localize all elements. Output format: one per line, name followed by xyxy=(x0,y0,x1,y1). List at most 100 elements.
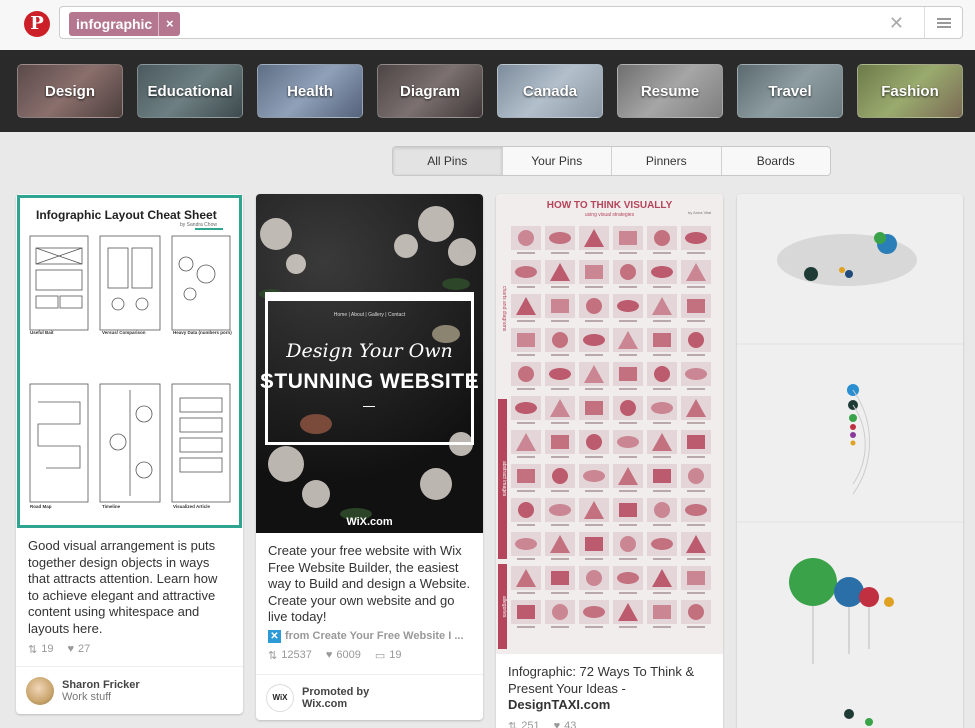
diagram-thumbnail xyxy=(579,464,609,492)
diagram-thumbnail xyxy=(647,498,677,526)
pin-image[interactable]: Home | About | Gallery | Contact Design … xyxy=(256,194,483,533)
diagram-thumbnail xyxy=(647,362,677,390)
world-map-graphic xyxy=(777,232,917,286)
diagram-thumbnail xyxy=(681,532,711,560)
pin-stats: ⇅ 12537 ♥ 6009 ▭ 19 xyxy=(256,649,483,662)
heart-icon: ♥ xyxy=(325,648,333,661)
diagram-thumbnail xyxy=(511,566,541,594)
pin-card[interactable]: Home | About | Gallery | Contact Design … xyxy=(256,194,483,720)
search-box[interactable]: infographic × ✕ xyxy=(59,6,963,39)
diagram-thumbnail xyxy=(613,294,643,322)
diagram-thumbnail xyxy=(545,566,575,594)
layout-sketches xyxy=(29,235,231,503)
tab-boards[interactable]: Boards xyxy=(720,147,831,175)
browser-bar xyxy=(265,292,474,301)
menu-button[interactable] xyxy=(924,7,962,38)
top-bar: P infographic × ✕ xyxy=(0,0,975,50)
category-travel[interactable]: Travel xyxy=(737,64,843,118)
pinner-footer[interactable]: Sharon Fricker Work stuff xyxy=(16,666,243,714)
section-versus: Versus/ Comparison xyxy=(102,330,146,335)
side-label-abstract: abstract images xyxy=(498,399,507,559)
diagram-thumbnail xyxy=(681,430,711,458)
pin-card[interactable]: HOW TO THINK VISUALLY using visual strat… xyxy=(496,194,723,728)
category-diagram[interactable]: Diagram xyxy=(377,64,483,118)
section-useful-bait: Useful Bait xyxy=(30,330,54,335)
promoted-label: Promoted by xyxy=(302,685,370,698)
diagram-thumbnail xyxy=(511,226,541,254)
clear-search-icon[interactable]: ✕ xyxy=(889,12,904,34)
diagram-thumbnail xyxy=(545,362,575,390)
side-label-allegories: allegories xyxy=(498,564,507,649)
diagram-thumbnail xyxy=(579,430,609,458)
tab-all-pins[interactable]: All Pins xyxy=(393,147,502,175)
bubble-graphic xyxy=(789,558,894,664)
promoter-name[interactable]: Wix.com xyxy=(302,698,369,710)
diagram-thumbnail xyxy=(545,328,575,356)
diagram-thumbnail xyxy=(647,430,677,458)
repin-count: ⇅ 251 xyxy=(508,720,540,728)
diagram-thumbnail xyxy=(545,226,575,254)
pin-description: Good visual arrangement is puts together… xyxy=(28,538,218,636)
diagram-thumbnail xyxy=(579,226,609,254)
diagram-thumbnail xyxy=(511,532,541,560)
side-label-charts: charts and diagrams xyxy=(498,224,507,394)
promoter-footer[interactable]: WiX Promoted by Wix.com xyxy=(256,674,483,720)
pin-image[interactable] xyxy=(737,194,963,728)
category-canada[interactable]: Canada xyxy=(497,64,603,118)
remove-token-icon[interactable]: × xyxy=(158,12,180,36)
diagram-thumbnail xyxy=(511,260,541,288)
diagram-thumbnail xyxy=(613,498,643,526)
diagram-thumbnail xyxy=(579,566,609,594)
diagram-thumbnail xyxy=(511,396,541,424)
category-design[interactable]: Design xyxy=(17,64,123,118)
like-count: ♥ 6009 xyxy=(325,648,361,661)
category-resume[interactable]: Resume xyxy=(617,64,723,118)
tab-your-pins[interactable]: Your Pins xyxy=(501,147,612,175)
diagram-thumbnail xyxy=(613,430,643,458)
category-educational[interactable]: Educational xyxy=(137,64,243,118)
repin-icon: ⇅ xyxy=(28,644,38,656)
wix-logo-icon[interactable]: WiX xyxy=(266,683,294,712)
search-token-label: infographic xyxy=(76,16,153,32)
diagram-thumbnail xyxy=(613,396,643,424)
pinterest-logo-icon[interactable]: P xyxy=(24,11,50,37)
diagram-thumbnail xyxy=(545,396,575,424)
repin-icon: ⇅ xyxy=(268,649,278,662)
diagram-thumbnail xyxy=(579,260,609,288)
category-fashion[interactable]: Fashion xyxy=(857,64,963,118)
heart-icon: ♥ xyxy=(67,643,74,655)
diagram-thumbnail xyxy=(681,362,711,390)
diagram-thumbnail xyxy=(613,226,643,254)
diagram-thumbnail xyxy=(681,464,711,492)
image-byline: by Anna Vital xyxy=(688,210,712,215)
diagram-thumbnail xyxy=(511,328,541,356)
hamburger-icon xyxy=(936,17,951,28)
section-heavy-data: Heavy Data (numbers porn) xyxy=(173,330,232,335)
diagram-thumbnail xyxy=(647,396,677,424)
comment-icon: ▭ xyxy=(374,649,386,662)
pin-card[interactable] xyxy=(737,194,963,728)
pin-card[interactable]: Infographic Layout Cheat Sheet by Sandra… xyxy=(16,194,243,714)
tab-pinners[interactable]: Pinners xyxy=(611,147,721,175)
repin-icon: ⇅ xyxy=(508,720,518,728)
diagram-thumbnail xyxy=(579,396,609,424)
repin-count: ⇅ 12537 xyxy=(268,648,312,662)
pin-image[interactable]: HOW TO THINK VISUALLY using visual strat… xyxy=(496,194,723,654)
diagram-thumbnail xyxy=(579,328,609,356)
pinner-name[interactable]: Sharon Fricker xyxy=(62,679,140,691)
source-link[interactable]: from Create Your Free Website I ... xyxy=(285,630,464,642)
search-token[interactable]: infographic × xyxy=(69,12,181,36)
category-health[interactable]: Health xyxy=(257,64,363,118)
diagram-thumbnail xyxy=(545,532,575,560)
like-count: ♥ 27 xyxy=(67,643,91,655)
accent-bar xyxy=(195,228,223,230)
description-source[interactable]: DesignTAXI.com xyxy=(508,697,711,714)
avatar[interactable] xyxy=(26,676,54,705)
board-name[interactable]: Work stuff xyxy=(62,691,140,703)
comment-count: ▭ 19 xyxy=(374,648,402,662)
diagram-thumbnail xyxy=(579,362,609,390)
pin-source[interactable]: ✕ from Create Your Free Website I ... xyxy=(256,629,483,643)
diagram-thumbnail xyxy=(545,464,575,492)
pin-image[interactable]: Infographic Layout Cheat Sheet by Sandra… xyxy=(17,195,242,528)
diagram-thumbnail xyxy=(613,600,643,628)
